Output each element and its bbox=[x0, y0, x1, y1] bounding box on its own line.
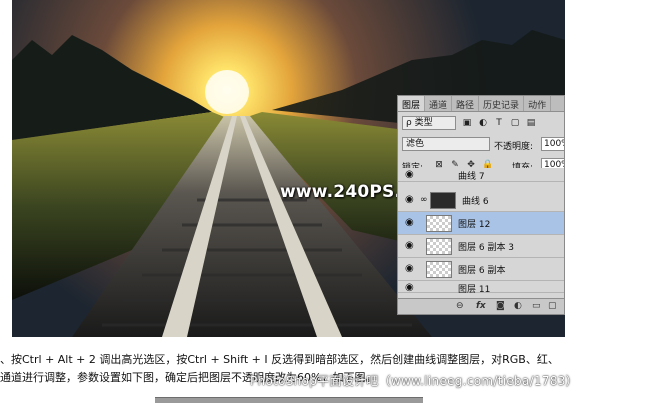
filter-row: ρ 类型 ▣ ◐ T ▢ ▤ bbox=[398, 113, 564, 133]
eye-icon[interactable]: ◉ bbox=[405, 195, 415, 205]
shape-filter-icon[interactable]: ▢ bbox=[510, 118, 520, 128]
layers-panel: 图层 通道 路径 历史记录 动作 ρ 类型 ▣ ◐ T ▢ ▤ 滤色 不透明度:… bbox=[397, 95, 565, 315]
opacity-field[interactable]: 100% bbox=[541, 137, 564, 151]
adjustment-filter-icon[interactable]: ◐ bbox=[478, 118, 488, 128]
layer-row[interactable]: ◉ 曲线 7 bbox=[398, 168, 564, 182]
eye-icon[interactable]: ◉ bbox=[405, 170, 415, 180]
blend-row: 滤色 不透明度: 100% bbox=[398, 134, 564, 154]
next-screenshot-edge bbox=[155, 397, 423, 403]
chain-link-icon: ∞ bbox=[420, 195, 428, 205]
type-filter-icon[interactable]: T bbox=[494, 118, 504, 128]
layer-thumbnail bbox=[426, 238, 452, 255]
blend-mode-select[interactable]: 滤色 bbox=[402, 137, 490, 151]
image-filter-icon[interactable]: ▣ bbox=[462, 118, 472, 128]
new-layer-icon[interactable]: ▢ bbox=[548, 301, 557, 311]
layer-name: 图层 6 副本 3 bbox=[458, 243, 515, 253]
adjustment-icon[interactable]: ◐ bbox=[514, 301, 522, 311]
curves-mask-thumbnail bbox=[430, 192, 456, 209]
tab-actions[interactable]: 动作 bbox=[524, 96, 552, 111]
mask-icon[interactable]: ◙ bbox=[496, 301, 505, 311]
layer-row[interactable]: ◉ 图层 11 bbox=[398, 281, 564, 295]
layer-row[interactable]: ◉ 图层 6 副本 3 bbox=[398, 235, 564, 258]
opacity-label: 不透明度: bbox=[494, 142, 534, 152]
layer-name: 图层 11 bbox=[458, 285, 491, 295]
eye-icon[interactable]: ◉ bbox=[405, 241, 415, 251]
tab-channels[interactable]: 通道 bbox=[425, 96, 453, 111]
layer-row[interactable]: ◉ 图层 6 副本 bbox=[398, 258, 564, 281]
layer-thumbnail bbox=[426, 215, 452, 232]
kind-filter-select[interactable]: ρ 类型 bbox=[402, 116, 456, 130]
tab-paths[interactable]: 路径 bbox=[452, 96, 480, 111]
layer-name: 曲线 6 bbox=[462, 197, 489, 207]
link-icon[interactable]: ⊖ bbox=[456, 301, 464, 311]
panel-footer: ⊖ fx ◙ ◐ ▭ ▢ bbox=[398, 298, 564, 314]
folder-icon[interactable]: ▭ bbox=[532, 301, 541, 311]
smart-object-filter-icon[interactable]: ▤ bbox=[526, 118, 536, 128]
tab-layers[interactable]: 图层 bbox=[398, 96, 426, 111]
layer-name: 图层 6 副本 bbox=[458, 266, 506, 276]
eye-icon[interactable]: ◉ bbox=[405, 218, 415, 228]
eye-icon[interactable]: ◉ bbox=[405, 264, 415, 274]
layer-row[interactable]: ◉ ∞ 曲线 6 bbox=[398, 189, 564, 212]
layer-name: 图层 12 bbox=[458, 220, 491, 230]
eye-icon[interactable]: ◉ bbox=[405, 283, 415, 293]
tutorial-line-1: 、按Ctrl + Alt + 2 调出高光选区，按Ctrl + Shift + … bbox=[0, 353, 559, 366]
panel-tabs: 图层 通道 路径 历史记录 动作 bbox=[398, 96, 564, 112]
fx-icon[interactable]: fx bbox=[476, 301, 486, 311]
layer-name: 曲线 7 bbox=[458, 172, 485, 182]
layer-row-selected[interactable]: ◉ 图层 12 bbox=[398, 212, 564, 235]
layer-thumbnail bbox=[426, 261, 452, 278]
tab-history[interactable]: 历史记录 bbox=[479, 96, 525, 111]
forum-watermark: PhotoShop平面设计吧（www.lineeg.com/tieba/1783… bbox=[250, 374, 578, 388]
